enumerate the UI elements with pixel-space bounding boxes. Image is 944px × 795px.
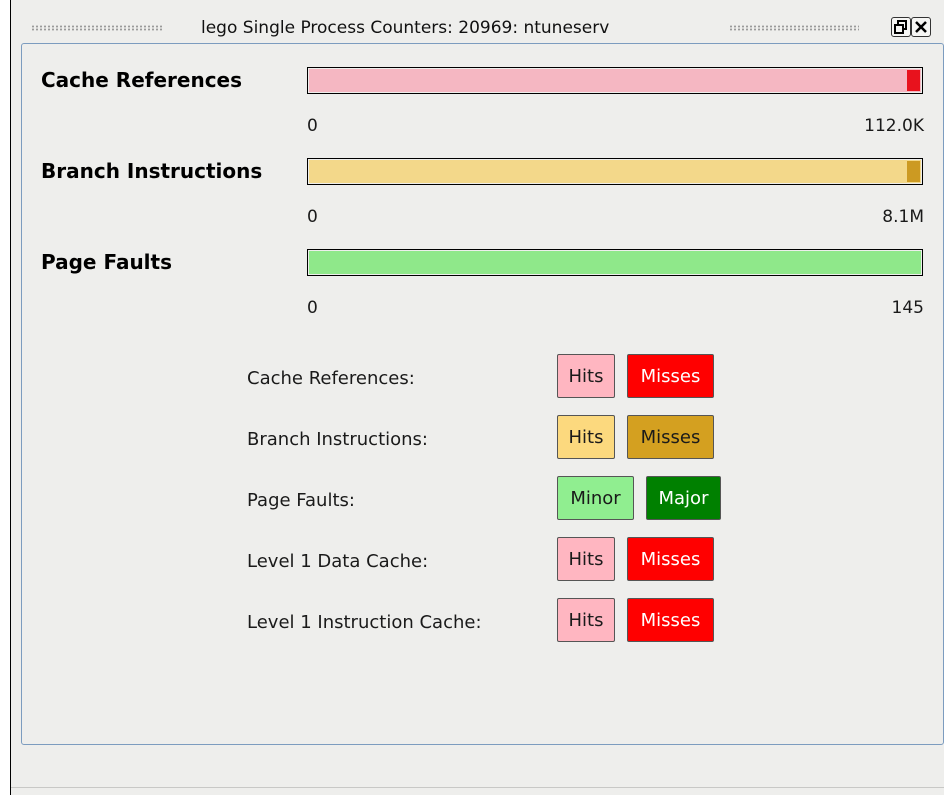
meter-bar-branch-instructions: [307, 158, 923, 185]
meter-label-branch-instructions: Branch Instructions: [41, 159, 263, 183]
meter-label-page-faults: Page Faults: [41, 250, 173, 274]
l1-instruction-hits-swatch[interactable]: Hits: [557, 598, 615, 642]
meter-min: 0: [307, 207, 318, 227]
close-icon[interactable]: [911, 17, 931, 37]
counters-panel: Cache References 0 112.0K Branch Instruc…: [21, 43, 944, 745]
title-grip-right[interactable]: [729, 25, 859, 31]
page-faults-major-swatch[interactable]: Major: [646, 476, 721, 520]
meter-max: 8.1M: [882, 207, 924, 227]
cache-misses-swatch[interactable]: Misses: [627, 354, 714, 398]
cache-hits-swatch[interactable]: Hits: [557, 354, 615, 398]
legend-label-l1-data-cache: Level 1 Data Cache:: [247, 551, 429, 572]
l1-instruction-misses-swatch[interactable]: Misses: [627, 598, 714, 642]
legend-label-branch-instructions: Branch Instructions:: [247, 429, 428, 450]
meter-bar-page-faults: [307, 249, 923, 276]
title-grip-left[interactable]: [31, 25, 163, 31]
l1-data-hits-swatch[interactable]: Hits: [557, 537, 615, 581]
title-bar[interactable]: lego Single Process Counters: 20969: ntu…: [11, 14, 944, 42]
meter-end-marker: [907, 161, 920, 182]
meter-fill: [309, 160, 921, 183]
float-icon[interactable]: [891, 17, 911, 37]
legend-label-l1-instruction-cache: Level 1 Instruction Cache:: [247, 612, 482, 633]
branch-hits-swatch[interactable]: Hits: [557, 415, 615, 459]
legend-label-cache-references: Cache References:: [247, 368, 415, 389]
meter-max: 112.0K: [864, 116, 924, 136]
meter-min: 0: [307, 116, 318, 136]
meter-end-marker: [907, 70, 920, 91]
l1-data-misses-swatch[interactable]: Misses: [627, 537, 714, 581]
legend-label-page-faults: Page Faults:: [247, 490, 355, 511]
branch-misses-swatch[interactable]: Misses: [627, 415, 714, 459]
meter-label-cache-references: Cache References: [41, 68, 243, 92]
page-faults-minor-swatch[interactable]: Minor: [557, 476, 634, 520]
meter-fill: [309, 69, 921, 92]
meter-min: 0: [307, 298, 318, 318]
window-title: lego Single Process Counters: 20969: ntu…: [201, 18, 610, 38]
status-separator: [11, 787, 944, 788]
meter-max: 145: [891, 298, 924, 318]
meter-bar-cache-references: [307, 67, 923, 94]
meter-fill: [309, 251, 921, 274]
